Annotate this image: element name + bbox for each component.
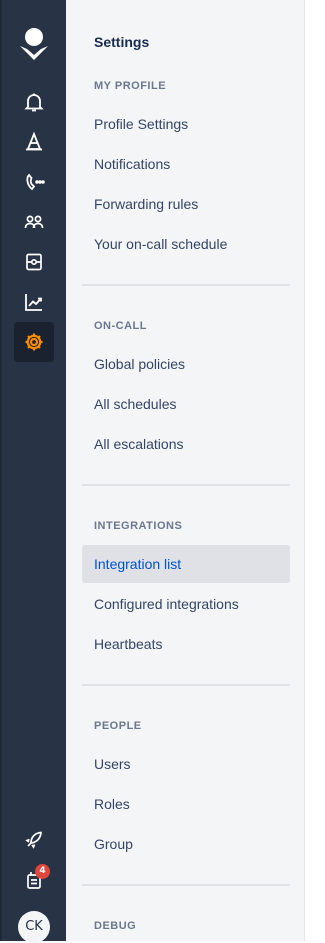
- scrollbar-track[interactable]: [304, 0, 325, 941]
- section-heading-on-call: ON-CALL: [94, 320, 147, 332]
- user-avatar[interactable]: CK: [18, 911, 50, 943]
- nav-item-all-schedules[interactable]: All schedules: [82, 385, 290, 423]
- global-sidebar: 4 CK: [0, 0, 66, 943]
- sidebar-edge: [0, 0, 2, 941]
- opsgenie-logo-icon[interactable]: [17, 26, 51, 62]
- nav-item-forwarding-rules[interactable]: Forwarding rules: [82, 185, 290, 223]
- phone-icon[interactable]: [14, 162, 54, 202]
- alert-cone-icon[interactable]: [14, 122, 54, 162]
- section-divider: [82, 684, 290, 686]
- bell-icon[interactable]: [14, 82, 54, 122]
- settings-gear-icon[interactable]: [14, 322, 54, 362]
- notification-count-badge: 4: [35, 864, 50, 879]
- nav-item-notifications[interactable]: Notifications: [82, 145, 290, 183]
- rocket-icon[interactable]: [14, 820, 54, 860]
- nav-item-configured-integrations[interactable]: Configured integrations: [82, 585, 290, 623]
- section-divider: [82, 484, 290, 486]
- section-heading-debug: DEBUG: [94, 920, 137, 932]
- nav-item-all-escalations[interactable]: All escalations: [82, 425, 290, 463]
- nav-item-group[interactable]: Group: [82, 825, 290, 863]
- section-heading-my-profile: MY PROFILE: [94, 80, 167, 92]
- analytics-icon[interactable]: [14, 282, 54, 322]
- nav-item-users[interactable]: Users: [82, 745, 290, 783]
- section-heading-integrations: INTEGRATIONS: [94, 520, 183, 532]
- panel-title: Settings: [94, 34, 150, 50]
- section-divider: [82, 884, 290, 886]
- service-icon[interactable]: [14, 242, 54, 282]
- nav-item-roles[interactable]: Roles: [82, 785, 290, 823]
- nav-item-integration-list[interactable]: Integration list: [82, 545, 290, 583]
- settings-sidebar: Settings MY PROFILE Profile Settings Not…: [66, 0, 304, 941]
- team-icon[interactable]: [14, 202, 54, 242]
- nav-item-heartbeats[interactable]: Heartbeats: [82, 625, 290, 663]
- nav-item-global-policies[interactable]: Global policies: [82, 345, 290, 383]
- section-divider: [82, 284, 290, 286]
- section-heading-people: PEOPLE: [94, 720, 142, 732]
- nav-item-profile-settings[interactable]: Profile Settings: [82, 105, 290, 143]
- nav-item-on-call-schedule[interactable]: Your on-call schedule: [82, 225, 290, 263]
